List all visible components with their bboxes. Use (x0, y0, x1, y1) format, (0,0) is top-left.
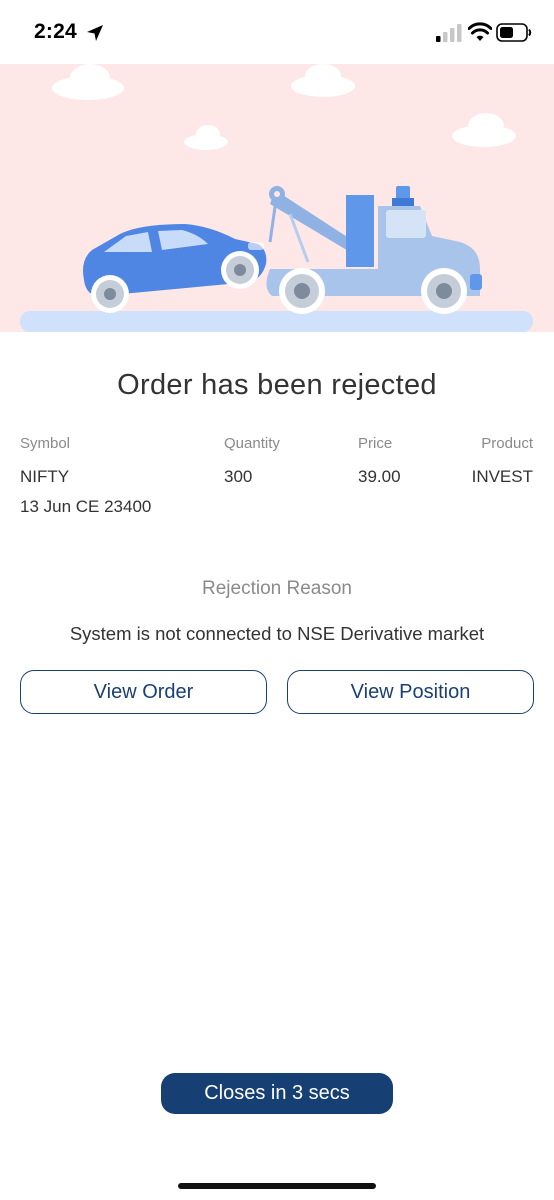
close-timer-button[interactable]: Closes in 3 secs (161, 1073, 393, 1114)
tow-truck-illustration (0, 64, 554, 332)
home-indicator[interactable] (178, 1183, 376, 1189)
product-label: Product (481, 435, 533, 452)
view-order-button[interactable]: View Order (20, 670, 267, 714)
symbol-contract: 13 Jun CE 23400 (20, 497, 152, 516)
cloud-icon (52, 64, 516, 150)
location-arrow-icon (87, 25, 103, 41)
battery-icon (496, 23, 532, 42)
status-bar: 2:24 (0, 0, 554, 64)
page-title: Order has been rejected (117, 369, 437, 401)
cellular-signal-icon (436, 24, 462, 42)
tow-truck (266, 186, 482, 314)
price-value: 39.00 (358, 467, 401, 486)
rejection-reason-text: System is not connected to NSE Derivativ… (69, 623, 485, 644)
car (83, 224, 267, 313)
symbol-name: NIFTY (20, 467, 70, 486)
rejection-reason-label: Rejection Reason (202, 578, 352, 599)
price-label: Price (358, 435, 393, 452)
quantity-value: 300 (224, 467, 253, 486)
view-position-button[interactable]: View Position (287, 670, 534, 714)
quantity-label: Quantity (224, 435, 280, 452)
symbol-value: NIFTY 13 Jun CE 23400 (20, 462, 151, 522)
status-time: 2:24 (34, 20, 77, 43)
wifi-icon (468, 22, 492, 41)
product-value: INVEST (471, 467, 533, 486)
symbol-label: Symbol (20, 435, 71, 452)
